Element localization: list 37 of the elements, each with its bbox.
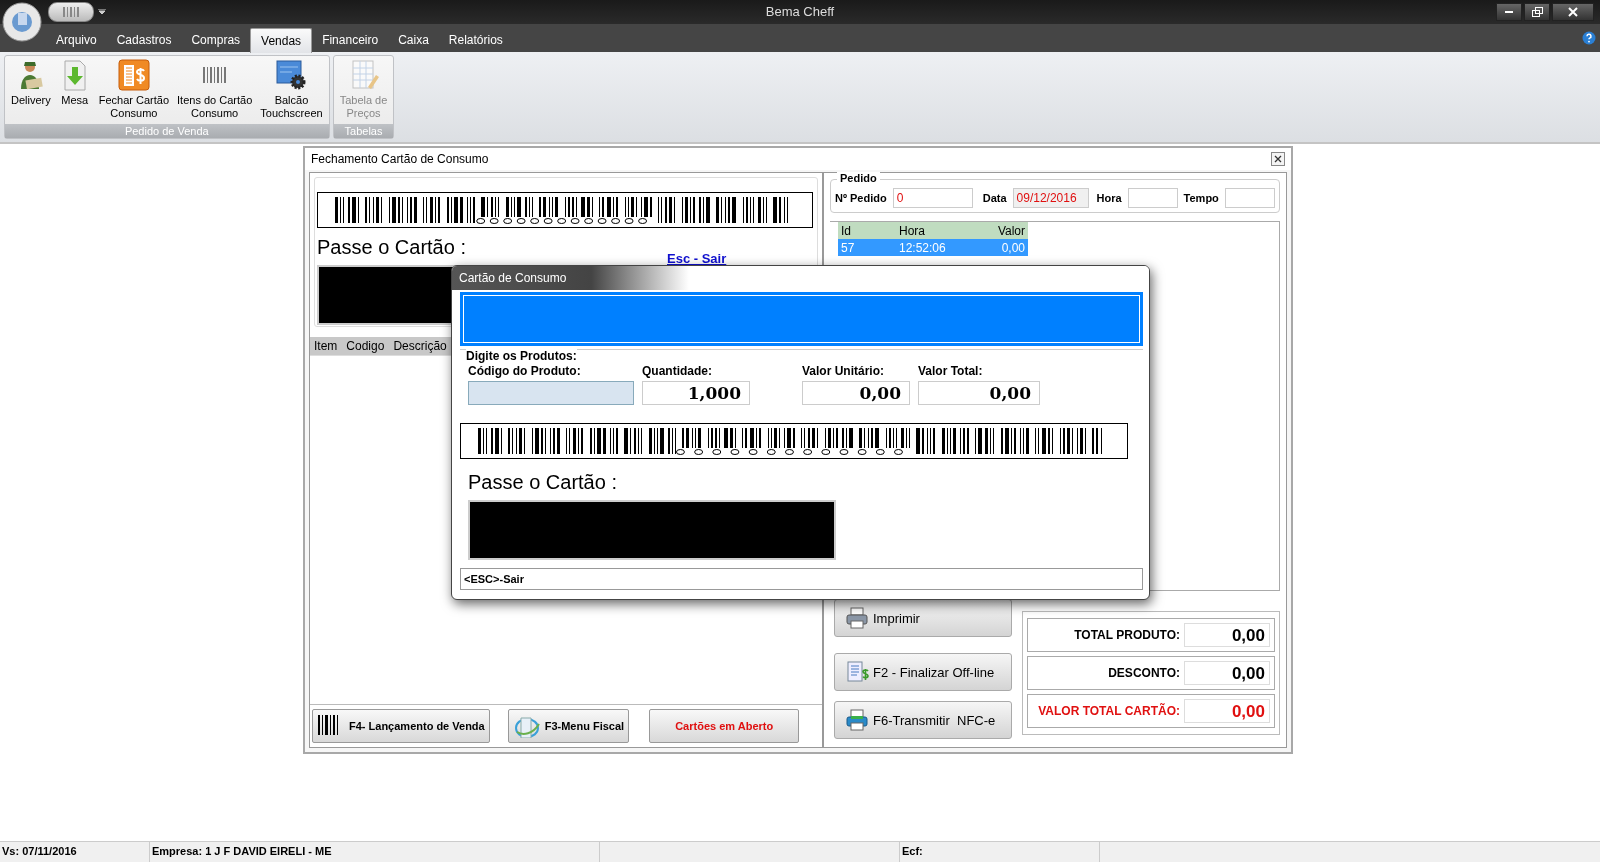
column-header: Descrição bbox=[393, 339, 447, 353]
table-cell-text: 12:52:06 bbox=[898, 240, 947, 255]
total-label: TOTAL PRODUTO: bbox=[1074, 628, 1180, 642]
column-header: Codigo bbox=[346, 339, 385, 353]
field-label: Código do Produto: bbox=[468, 364, 582, 378]
status-text: <ESC>-Sair bbox=[460, 568, 1143, 590]
total-value: 0,00 bbox=[1184, 623, 1270, 647]
status-text: Empresa: 1 J F DAVID EIRELI - ME bbox=[152, 845, 332, 857]
ribbon-group-label: Tabelas bbox=[333, 124, 394, 138]
field-label: Valor Unitário: bbox=[802, 364, 885, 378]
status-text: Vs: 07/11/2016 bbox=[2, 845, 77, 857]
window-title: Bema Cheff bbox=[765, 4, 835, 19]
field-label: Nº Pedido bbox=[835, 192, 887, 204]
prompt-label: Passe o Cartão : bbox=[468, 471, 617, 494]
total-value: 0,00 bbox=[1184, 661, 1270, 685]
field-label: Hora bbox=[1096, 192, 1122, 204]
total-value: 0,00 bbox=[1184, 699, 1270, 723]
field-label: Data bbox=[982, 192, 1007, 204]
total-label: VALOR TOTAL CARTÃO: bbox=[1038, 704, 1180, 718]
column-header: Item bbox=[314, 339, 338, 353]
group-title: Digite os Produtos: bbox=[466, 349, 577, 363]
status-text: Ecf: bbox=[902, 845, 923, 857]
column-header: Id bbox=[840, 223, 852, 238]
table-cell-text: 57 bbox=[840, 240, 856, 255]
dialog-title: Cartão de Consumo bbox=[452, 266, 1149, 290]
window-title: Fechamento Cartão de Consumo bbox=[311, 152, 489, 166]
prompt-label: Passe o Cartão : bbox=[317, 236, 466, 259]
group-title: Pedido bbox=[837, 172, 880, 184]
field-label: Tempo bbox=[1183, 192, 1219, 204]
ribbon-group-label: Pedido de Venda bbox=[5, 124, 329, 138]
field-label: Valor Total: bbox=[918, 364, 984, 378]
column-header: Valor bbox=[996, 223, 1026, 238]
table-cell-text: 0,00 bbox=[1000, 240, 1026, 255]
field-label: Quantidade: bbox=[642, 364, 713, 378]
total-label: DESCONTO: bbox=[1108, 666, 1180, 680]
text-field: 09/12/2016 bbox=[1012, 188, 1089, 208]
column-header: Hora bbox=[898, 223, 926, 238]
